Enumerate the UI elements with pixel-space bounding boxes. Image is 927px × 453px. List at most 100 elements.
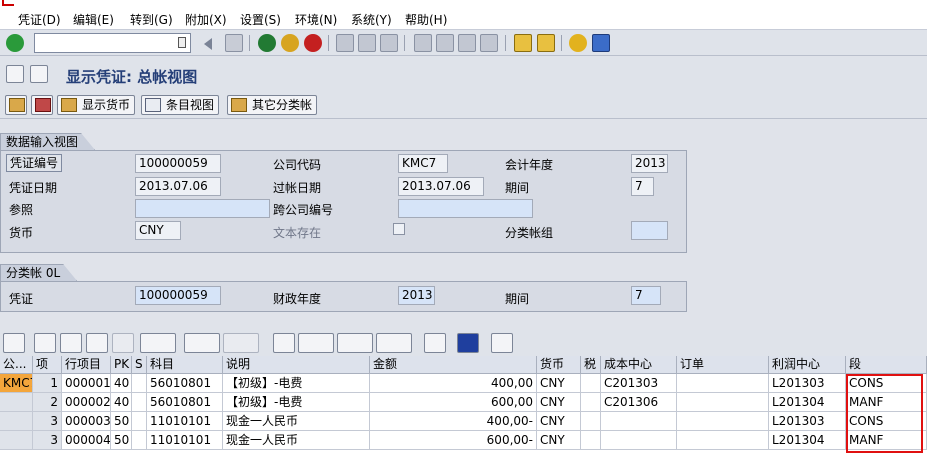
cell-order[interactable] [677, 393, 769, 412]
new-session-icon[interactable] [514, 34, 532, 52]
cell-account[interactable]: 56010801 [147, 393, 223, 412]
cell-desc[interactable]: 【初级】-电费 [223, 374, 370, 393]
cell-account[interactable]: 11010101 [147, 412, 223, 431]
cell-amount[interactable]: 600,00- [370, 431, 537, 450]
cell-item[interactable]: 3 [33, 431, 62, 450]
cell-line[interactable]: 000004 [62, 431, 111, 450]
find-icon[interactable] [358, 34, 376, 52]
menu-edit[interactable]: 编辑(E) [73, 11, 114, 28]
cell-currency[interactable]: CNY [537, 431, 581, 450]
cell-amount[interactable]: 600,00 [370, 393, 537, 412]
cell-tax[interactable] [581, 431, 601, 450]
layout-menu-icon[interactable] [592, 34, 610, 52]
cell-account[interactable]: 11010101 [147, 431, 223, 450]
cell-account[interactable]: 56010801 [147, 374, 223, 393]
entry-view-button[interactable]: 条目视图 [141, 95, 220, 115]
cell-desc[interactable]: 现金一人民币 [223, 431, 370, 450]
print-preview-button[interactable] [31, 95, 53, 115]
column-header-currency[interactable]: 货币 [537, 356, 581, 374]
cell-amount[interactable]: 400,00 [370, 374, 537, 393]
document-icon[interactable] [30, 65, 48, 83]
print-grid-icon[interactable] [273, 333, 295, 353]
tree-button[interactable] [5, 95, 27, 115]
back-icon[interactable] [258, 34, 276, 52]
cross-company-field[interactable] [398, 199, 533, 218]
column-header-item[interactable]: 项 [33, 356, 62, 374]
cell-currency[interactable]: CNY [537, 412, 581, 431]
cell-s[interactable] [132, 412, 147, 431]
menu-system[interactable]: 系统(Y) [351, 11, 392, 28]
ledger-period-field[interactable]: 7 [631, 286, 661, 305]
cell-currency[interactable]: CNY [537, 393, 581, 412]
cell-tax[interactable] [581, 393, 601, 412]
cell-pk[interactable]: 40 [111, 393, 132, 412]
cell-currency[interactable]: CNY [537, 374, 581, 393]
menu-document[interactable]: 凭证(D) [18, 11, 61, 28]
column-header-cost-center[interactable]: 成本中心 [601, 356, 677, 374]
cell-cost-center[interactable]: C201303 [601, 374, 677, 393]
save-icon[interactable] [225, 34, 243, 52]
column-header-profit-center[interactable]: 利润中心 [769, 356, 846, 374]
previous-page-icon[interactable] [436, 34, 454, 52]
find-grid-icon[interactable] [86, 333, 108, 353]
cell-tax[interactable] [581, 374, 601, 393]
info-icon[interactable] [457, 333, 479, 353]
views-icon[interactable] [298, 333, 334, 353]
cell-line[interactable]: 000002 [62, 393, 111, 412]
cell-pk[interactable]: 50 [111, 431, 132, 450]
period-field[interactable]: 7 [631, 177, 654, 196]
posting-date-field[interactable]: 2013.07.06 [398, 177, 484, 196]
ledger-group-field[interactable] [631, 221, 668, 240]
doc-date-field[interactable]: 2013.07.06 [135, 177, 221, 196]
cell-order[interactable] [677, 374, 769, 393]
next-page-icon[interactable] [458, 34, 476, 52]
cell-s[interactable] [132, 393, 147, 412]
column-header-line[interactable]: 行项目 [62, 356, 111, 374]
cell-cc[interactable]: KMC7 [0, 374, 33, 393]
column-header-pk[interactable]: PK [111, 356, 132, 374]
cell-cost-center[interactable] [601, 412, 677, 431]
reference-field[interactable] [135, 199, 270, 218]
company-code-field[interactable]: KMC7 [398, 154, 448, 173]
details-icon[interactable] [3, 333, 25, 353]
menu-help[interactable]: 帮助(H) [405, 11, 447, 28]
help-icon[interactable] [569, 34, 587, 52]
command-dropdown-icon[interactable] [178, 37, 186, 48]
column-header-desc[interactable]: 说明 [223, 356, 370, 374]
cell-desc[interactable]: 【初级】-电费 [223, 393, 370, 412]
ledger-fiscal-year-field[interactable]: 2013 [398, 286, 435, 305]
text-exists-checkbox[interactable] [393, 223, 405, 235]
cell-line[interactable]: 000001 [62, 374, 111, 393]
cell-cost-center[interactable] [601, 431, 677, 450]
cell-tax[interactable] [581, 412, 601, 431]
enter-icon[interactable] [6, 34, 24, 52]
menu-environment[interactable]: 环境(N) [295, 11, 337, 28]
back-arrow-icon[interactable] [204, 38, 212, 50]
cell-cc[interactable] [0, 412, 33, 431]
cell-item[interactable]: 3 [33, 412, 62, 431]
command-field[interactable] [34, 33, 191, 53]
column-header-account[interactable]: 科目 [147, 356, 223, 374]
menu-extras[interactable]: 附加(X) [185, 11, 227, 28]
cell-amount[interactable]: 400,00- [370, 412, 537, 431]
show-currency-button[interactable]: 显示货币 [57, 95, 136, 115]
last-page-icon[interactable] [480, 34, 498, 52]
exit-icon[interactable] [281, 34, 299, 52]
subtotal-icon[interactable] [223, 333, 259, 353]
cell-item[interactable]: 1 [33, 374, 62, 393]
display-change-icon[interactable] [6, 65, 24, 83]
cell-profit-center[interactable]: L201304 [769, 431, 846, 450]
column-header-s[interactable]: S [132, 356, 147, 374]
shortcut-icon[interactable] [537, 34, 555, 52]
sort-ascending-icon[interactable] [34, 333, 56, 353]
cell-pk[interactable]: 50 [111, 412, 132, 431]
cell-profit-center[interactable]: L201303 [769, 412, 846, 431]
fiscal-year-field[interactable]: 2013 [631, 154, 668, 173]
cell-profit-center[interactable]: L201303 [769, 374, 846, 393]
cell-order[interactable] [677, 412, 769, 431]
column-header-tax[interactable]: 税 [581, 356, 601, 374]
column-header-cc[interactable]: 公... [0, 356, 33, 374]
currency-field[interactable]: CNY [135, 221, 181, 240]
other-ledger-button[interactable]: 其它分类帐 [227, 95, 318, 115]
menu-settings[interactable]: 设置(S) [240, 11, 281, 28]
